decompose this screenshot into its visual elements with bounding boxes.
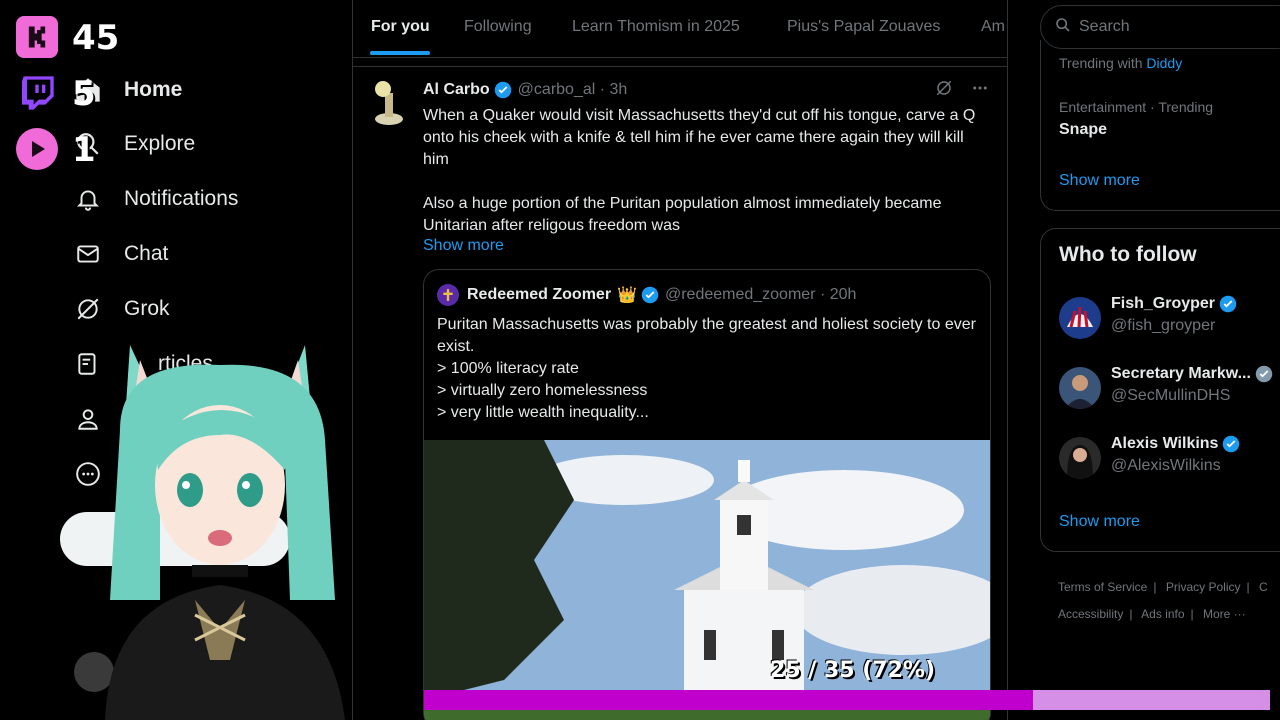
- tweet[interactable]: Al Carbo @carbo_al · 3h When a Quaker wo…: [353, 66, 1007, 720]
- tweet-show-more-link[interactable]: Show more: [423, 237, 504, 255]
- grok-icon[interactable]: [935, 79, 953, 102]
- avatar[interactable]: [1059, 297, 1101, 339]
- follow-name: Fish_Groyper: [1111, 295, 1237, 313]
- verified-badge-icon: [494, 81, 512, 99]
- quoted-author-name[interactable]: Redeemed Zoomer: [467, 286, 611, 304]
- nav-chat[interactable]: Chat: [72, 234, 168, 274]
- who-to-follow-panel: Who to follow Fish_Groyper @fish_groyper…: [1040, 228, 1280, 552]
- footer-links: Terms of Service | Privacy Policy | C Acce…: [1058, 580, 1268, 621]
- tweet-header: Al Carbo @carbo_al · 3h: [423, 81, 627, 99]
- main-timeline: For you Following Learn Thomism in 2025 …: [352, 0, 1008, 720]
- nav-notifications[interactable]: Notifications: [72, 179, 238, 219]
- tweet-avatar[interactable]: [369, 79, 409, 127]
- tweet-text: When a Quaker would visit Massachusetts …: [423, 107, 976, 234]
- follow-suggestion[interactable]: Alexis Wilkins @AlexisWilkins: [1059, 435, 1280, 481]
- follow-name: Secretary Markw...: [1111, 365, 1273, 383]
- vtuber-avatar: [105, 345, 345, 720]
- follow-suggestion[interactable]: Secretary Markw... @SecMullinDHS: [1059, 365, 1280, 411]
- tab-papal-zouaves[interactable]: Pius's Papal Zouaves: [787, 18, 940, 36]
- twitch-icon: [16, 72, 58, 114]
- search-placeholder: Search: [1079, 18, 1130, 35]
- kick-icon: [16, 16, 58, 58]
- overlay-counter-top: 45: [72, 18, 120, 58]
- follow-name-text: Secretary Markw...: [1111, 365, 1251, 382]
- tweet-handle[interactable]: @carbo_al · 3h: [518, 81, 628, 99]
- play-icon: [16, 128, 58, 170]
- trend-context[interactable]: Trending with Diddy: [1059, 55, 1182, 71]
- trends-panel: Trending with Diddy Entertainment · Tren…: [1040, 40, 1280, 211]
- quoted-tweet-text: Puritan Massachusetts was probably the g…: [437, 316, 976, 421]
- tweet-actions: [935, 79, 989, 102]
- follow-suggestion[interactable]: Fish_Groyper @fish_groyper: [1059, 295, 1280, 341]
- bell-icon: [72, 183, 104, 215]
- c-link[interactable]: C: [1259, 580, 1268, 594]
- mail-icon: [72, 238, 104, 270]
- who-to-follow-title: Who to follow: [1059, 243, 1197, 266]
- follow-show-more[interactable]: Show more: [1059, 513, 1140, 531]
- overlay-counter-twitch: 5: [72, 74, 96, 114]
- avatar[interactable]: [1059, 367, 1101, 409]
- verified-badge-icon: [641, 286, 659, 304]
- nav-notifications-label: Notifications: [124, 187, 239, 210]
- grok-icon: [72, 293, 104, 325]
- nav-grok-label: Grok: [124, 297, 170, 320]
- trend-category: Entertainment · Trending: [1059, 99, 1214, 115]
- timeline-tabs: For you Following Learn Thomism in 2025 …: [353, 0, 1007, 58]
- active-tab-indicator: [370, 51, 430, 55]
- search-icon: [1055, 17, 1071, 38]
- follow-name: Alexis Wilkins: [1111, 435, 1240, 453]
- quoted-tweet[interactable]: Redeemed Zoomer 👑 @redeemed_zoomer · 20h…: [423, 269, 991, 720]
- verified-badge-icon: [1219, 295, 1237, 313]
- progress-label: 25 / 35 (72%): [770, 658, 936, 683]
- nav-home-label: Home: [124, 78, 183, 101]
- tab-learn-thomism[interactable]: Learn Thomism in 2025: [572, 18, 740, 36]
- follow-handle: @fish_groyper: [1111, 317, 1216, 334]
- quoted-tweet-header: Redeemed Zoomer 👑 @redeemed_zoomer · 20h: [437, 284, 856, 306]
- right-sidebar: Search Trending with Diddy Entertainment…: [1008, 0, 1280, 720]
- progress-bar-fill: [424, 690, 1034, 710]
- nav-chat-label: Chat: [124, 242, 169, 265]
- verified-badge-icon: [1255, 365, 1273, 383]
- progress-bar: [424, 690, 1270, 710]
- tab-for-you[interactable]: For you: [371, 18, 430, 36]
- nav-explore-label: Explore: [124, 132, 196, 155]
- accessibility-link[interactable]: Accessibility: [1058, 607, 1123, 621]
- stream-platform-icons: [16, 16, 60, 184]
- follow-name-text: Alexis Wilkins: [1111, 435, 1219, 452]
- follow-handle: @SecMullinDHS: [1111, 387, 1231, 404]
- quoted-avatar[interactable]: [437, 284, 459, 306]
- tweet-author-name[interactable]: Al Carbo: [423, 81, 490, 99]
- terms-link[interactable]: Terms of Service: [1058, 580, 1147, 594]
- ads-info-link[interactable]: Ads info: [1141, 607, 1184, 621]
- tab-following[interactable]: Following: [464, 18, 532, 36]
- verified-badge-icon: [1222, 435, 1240, 453]
- trend-snape[interactable]: Snape: [1059, 121, 1107, 139]
- overlay-counter-kick: 1: [72, 130, 96, 170]
- quoted-handle[interactable]: @redeemed_zoomer · 20h: [665, 286, 856, 304]
- avatar[interactable]: [1059, 437, 1101, 479]
- more-link[interactable]: More ···: [1203, 607, 1246, 621]
- trend-highlight-link[interactable]: Diddy: [1146, 55, 1182, 71]
- privacy-link[interactable]: Privacy Policy: [1166, 580, 1241, 594]
- trend-prefix: Trending with: [1059, 55, 1143, 71]
- tab-am[interactable]: Am: [981, 18, 1005, 36]
- trends-show-more[interactable]: Show more: [1059, 172, 1140, 190]
- nav-grok[interactable]: Grok: [72, 289, 170, 329]
- follow-handle: @AlexisWilkins: [1111, 457, 1221, 474]
- follow-name-text: Fish_Groyper: [1111, 295, 1216, 312]
- more-options-icon[interactable]: [971, 79, 989, 102]
- crown-icon: 👑: [617, 287, 637, 304]
